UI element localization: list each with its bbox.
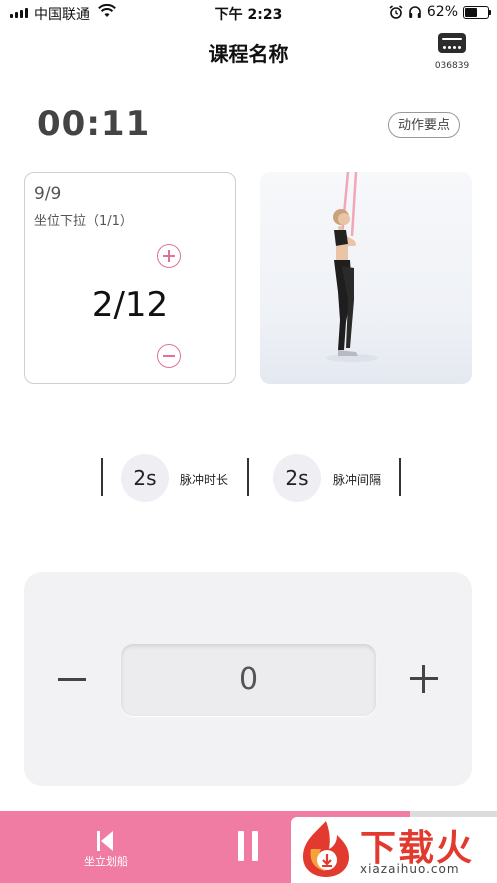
battery-fill [465, 7, 478, 17]
decrease-intensity-button[interactable] [58, 669, 86, 691]
device-button[interactable]: 036839 [432, 33, 472, 71]
device-icon [438, 33, 466, 53]
alarm-icon [389, 5, 403, 19]
pulse-duration-value[interactable]: 2s [121, 454, 169, 502]
exercise-figure [326, 172, 378, 362]
device-code: 036839 [434, 61, 470, 71]
exercise-name: 坐位下拉（1/1） [34, 214, 133, 229]
status-right: 62% [389, 4, 491, 20]
increase-intensity-button[interactable] [410, 665, 438, 693]
increase-rep-button[interactable] [157, 244, 181, 268]
previous-exercise-icon[interactable] [97, 831, 115, 851]
battery-percent: 62% [426, 4, 458, 20]
fire-logo-icon [297, 819, 355, 879]
rep-progress: 2/12 [91, 285, 169, 325]
page-title: 课程名称 [208, 42, 289, 66]
pulse-interval-label: 脉冲间隔 [333, 473, 382, 487]
pulse-interval-value[interactable]: 2s [273, 454, 321, 502]
elapsed-timer: 00:11 [37, 104, 151, 144]
divider [247, 458, 249, 496]
pause-icon[interactable] [238, 831, 260, 861]
decrease-rep-button[interactable] [157, 344, 181, 368]
status-bar: 中国联通 下午 2:23 62% [0, 0, 497, 26]
intensity-value: 0 [121, 644, 376, 716]
watermark-url: xiazaihuo.com [360, 862, 460, 876]
exercise-demo-image[interactable] [260, 172, 472, 384]
pulse-duration-label: 脉冲时长 [180, 473, 229, 487]
battery-icon [463, 5, 491, 19]
set-progress: 9/9 [34, 184, 62, 204]
previous-exercise-label[interactable]: 坐立划船 [70, 853, 142, 869]
headphones-icon [409, 6, 421, 18]
divider [399, 458, 401, 496]
action-tips-button[interactable]: 动作要点 [388, 112, 460, 138]
divider [101, 458, 103, 496]
